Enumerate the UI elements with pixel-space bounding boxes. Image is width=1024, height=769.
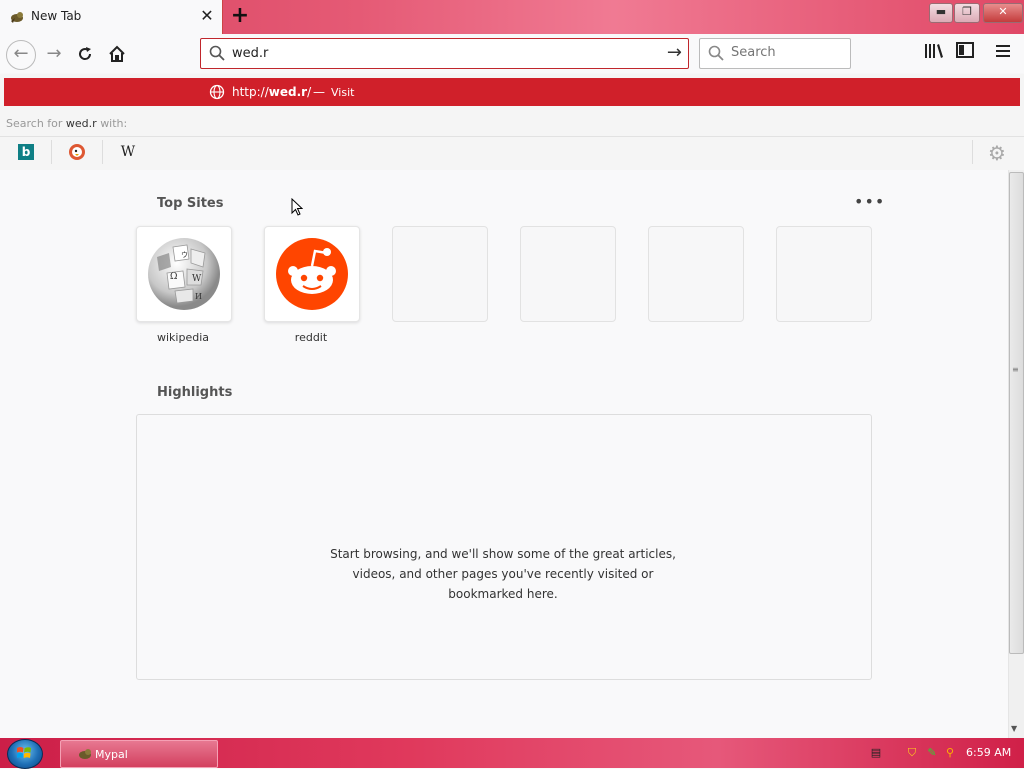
autocomplete-separator: — bbox=[313, 85, 325, 99]
scrollbar-grip-icon: ≡ bbox=[1012, 365, 1019, 374]
top-site-label: wikipedia bbox=[156, 331, 209, 344]
duckduckgo-logo-icon bbox=[69, 144, 85, 160]
autocomplete-visit-label: Visit bbox=[331, 86, 355, 99]
go-arrow-icon[interactable]: → bbox=[667, 42, 682, 63]
scrollbar-thumb[interactable] bbox=[1009, 172, 1024, 654]
back-button[interactable]: ← bbox=[6, 40, 36, 70]
svg-text:ウ: ウ bbox=[181, 251, 188, 259]
maximize-button[interactable]: ❐ bbox=[954, 3, 980, 23]
home-icon bbox=[109, 45, 125, 62]
minimize-button[interactable]: ▬ bbox=[929, 3, 953, 23]
windows-logo-icon bbox=[17, 747, 31, 758]
network-tray-icon[interactable]: ✎ bbox=[924, 745, 940, 761]
mypal-app-icon bbox=[79, 749, 91, 759]
autocomplete-visit-row[interactable]: http://wed.r/ — Visit bbox=[4, 78, 1020, 106]
top-site-empty-slot[interactable] bbox=[776, 226, 872, 322]
forward-button[interactable]: → bbox=[41, 42, 67, 66]
wikipedia-icon[interactable]: W bbox=[120, 144, 136, 160]
engine-divider bbox=[972, 140, 973, 164]
reddit-icon bbox=[276, 238, 348, 310]
search-input[interactable] bbox=[731, 45, 841, 60]
tab-close-icon[interactable]: ✕ bbox=[198, 7, 216, 25]
url-input[interactable] bbox=[232, 44, 652, 62]
mypal-favicon-icon bbox=[11, 12, 23, 23]
search-icon bbox=[209, 45, 225, 61]
top-site-empty-slot[interactable] bbox=[520, 226, 616, 322]
scroll-down-arrow-icon[interactable]: ▼ bbox=[1011, 724, 1017, 733]
tab-new-tab[interactable]: New Tab ✕ bbox=[0, 0, 223, 34]
engine-divider bbox=[102, 140, 103, 164]
top-site-label: reddit bbox=[294, 331, 328, 344]
home-button[interactable] bbox=[104, 42, 130, 66]
hamburger-menu-icon bbox=[996, 45, 1010, 57]
search-for-label: Search for wed.r with: bbox=[6, 117, 128, 130]
search-icon bbox=[708, 45, 724, 61]
top-site-wikipedia[interactable]: Ω W И ウ bbox=[136, 226, 232, 322]
highlights-empty-message: Start browsing, and we'll show some of t… bbox=[330, 547, 676, 601]
url-bar[interactable]: → bbox=[200, 38, 689, 69]
engine-divider bbox=[51, 140, 52, 164]
reload-button[interactable] bbox=[72, 42, 98, 66]
wikipedia-globe-icon: Ω W И ウ bbox=[148, 238, 220, 310]
library-icon bbox=[925, 44, 943, 58]
keyboard-tray-icon[interactable]: ▤ bbox=[868, 745, 884, 761]
new-tab-button[interactable]: + bbox=[228, 5, 252, 29]
security-shield-tray-icon[interactable]: ⛉ bbox=[904, 745, 920, 761]
duckduckgo-icon[interactable] bbox=[69, 144, 85, 160]
globe-icon bbox=[209, 84, 225, 100]
svg-text:И: И bbox=[195, 292, 202, 301]
bing-icon[interactable]: b bbox=[18, 144, 34, 160]
close-window-button[interactable]: ✕ bbox=[983, 3, 1023, 23]
taskbar-app-mypal[interactable]: Mypal bbox=[60, 740, 218, 768]
top-site-empty-slot[interactable] bbox=[392, 226, 488, 322]
top-site-reddit[interactable] bbox=[264, 226, 360, 322]
tab-title: New Tab bbox=[31, 9, 82, 23]
search-bar[interactable] bbox=[699, 38, 851, 69]
reload-icon bbox=[79, 47, 92, 60]
library-button[interactable] bbox=[924, 42, 944, 64]
sidebar-icon bbox=[956, 42, 974, 58]
highlights-title: Highlights bbox=[157, 385, 233, 400]
menu-button[interactable] bbox=[995, 40, 1011, 64]
top-site-empty-slot[interactable] bbox=[648, 226, 744, 322]
top-sites-more-icon[interactable]: ••• bbox=[854, 192, 885, 211]
sidebar-button[interactable] bbox=[956, 42, 974, 61]
svg-text:W: W bbox=[192, 274, 202, 284]
mouse-cursor-icon bbox=[291, 198, 303, 216]
one-off-search-engines bbox=[0, 136, 1024, 169]
search-settings-gear-icon[interactable]: ⚙ bbox=[988, 141, 1006, 165]
taskbar-clock[interactable]: 6:59 AM bbox=[966, 746, 1011, 759]
top-sites-title: Top Sites bbox=[157, 196, 224, 211]
autocomplete-url: http://wed.r/ bbox=[232, 85, 312, 99]
svg-text:Ω: Ω bbox=[170, 272, 177, 282]
taskbar-app-label: Mypal bbox=[95, 748, 128, 761]
search-tray-icon[interactable]: ⚲ bbox=[942, 745, 958, 761]
